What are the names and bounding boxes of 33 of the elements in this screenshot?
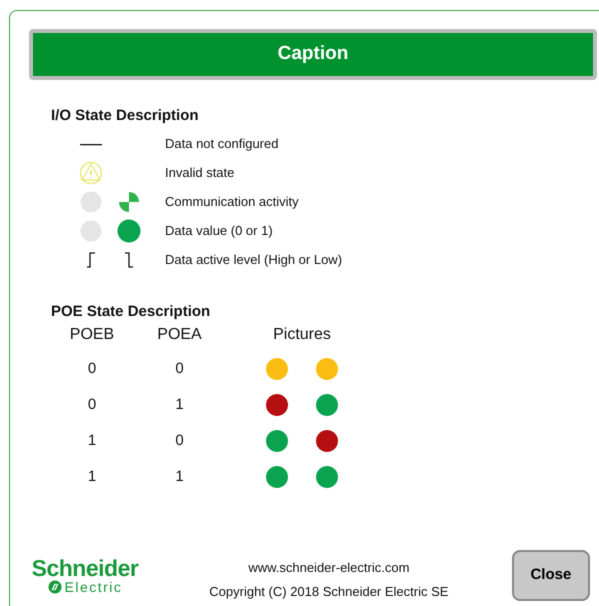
legend-label: Data active level (High or Low) (165, 251, 342, 270)
column-header: POEA (157, 325, 202, 345)
dash-icon (80, 142, 102, 146)
caption-bar: Caption (29, 29, 597, 80)
table-cell-text: 0 (175, 430, 184, 451)
close-button[interactable]: Close (512, 550, 590, 601)
table-cell-text: 1 (175, 394, 184, 415)
table-cell-text: 1 (88, 430, 96, 451)
table-cell-text: 1 (175, 466, 184, 487)
column-header: POEB (70, 325, 114, 345)
section-title: POE State Description (51, 302, 212, 322)
warning-icon (79, 161, 103, 185)
website-text: www.schneider-electric.com (248, 559, 410, 577)
column-header: Pictures (273, 325, 331, 345)
copyright-text: Copyright (C) 2018 Schneider Electric SE (209, 582, 448, 601)
falling-edge-icon (124, 252, 134, 268)
logo-wordmark: Schneider (32, 557, 138, 580)
rising-edge-icon (86, 252, 96, 268)
table-cell-text: 1 (88, 466, 96, 487)
legend-label: Data not configured (165, 135, 278, 154)
inactive-circle-icon (80, 191, 102, 213)
table-cell-text: 0 (88, 358, 96, 379)
activity-icon (119, 192, 139, 212)
table-cell-text: 0 (88, 394, 96, 415)
logo-icon (48, 580, 62, 594)
logo-subtitle: Electric (64, 580, 122, 594)
section-title: I/O State Description (51, 106, 200, 126)
legend-label: Invalid state (165, 164, 234, 182)
table-cell-text: 0 (175, 358, 184, 379)
legend-label: Communication activity (165, 193, 299, 212)
inactive-circle-icon (80, 220, 102, 242)
legend-label: Data value (0 or 1) (165, 222, 273, 240)
active-circle-icon (117, 219, 141, 243)
